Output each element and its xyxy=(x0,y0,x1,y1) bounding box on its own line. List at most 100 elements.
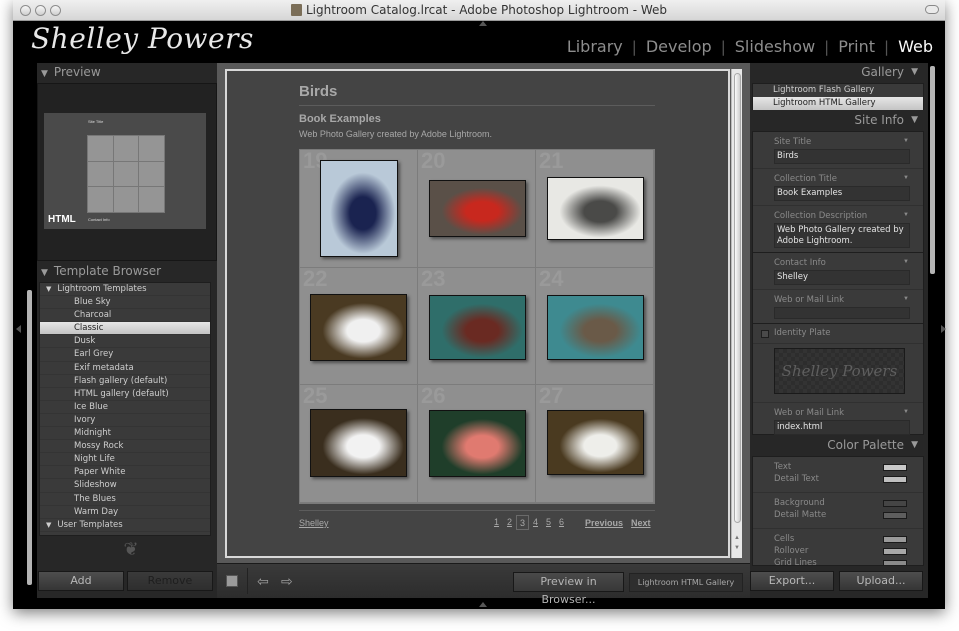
template-folder[interactable]: ▼ Lightroom Templates xyxy=(40,283,210,297)
site-info-header[interactable]: Site Info ▼ xyxy=(750,111,928,130)
template-item[interactable]: The Blues xyxy=(40,493,210,506)
template-item[interactable]: Classic xyxy=(40,322,210,336)
bird-photo-thumbnail[interactable] xyxy=(429,180,526,237)
thumbnail-cell[interactable]: 23 xyxy=(418,267,536,386)
next-arrow-icon[interactable]: ⇨ xyxy=(281,573,293,590)
gallery-header[interactable]: Gallery ▼ xyxy=(750,63,928,82)
bird-photo-thumbnail[interactable] xyxy=(547,177,644,240)
page-link[interactable]: 1 xyxy=(490,515,503,530)
gallery-html-option[interactable]: Lightroom HTML Gallery xyxy=(753,97,923,110)
template-item[interactable]: Flash gallery (default) xyxy=(40,375,210,388)
right-panel-scrollbar[interactable] xyxy=(930,66,935,274)
page-link[interactable]: 2 xyxy=(503,515,516,530)
right-panel-collapse-icon[interactable] xyxy=(941,325,946,333)
left-panel-scrollbar[interactable] xyxy=(27,290,32,585)
module-print[interactable]: Print xyxy=(838,37,875,56)
template-item[interactable]: Ice Blue xyxy=(40,401,210,414)
thumbnail-cell[interactable]: 22 xyxy=(300,267,418,386)
module-web[interactable]: Web xyxy=(898,37,933,56)
identity-link-input[interactable]: index.html xyxy=(774,420,910,435)
page-link[interactable]: 6 xyxy=(555,515,568,530)
bird-photo-thumbnail[interactable] xyxy=(320,160,398,257)
template-item[interactable]: Ivory xyxy=(40,414,210,428)
page-link[interactable]: 4 xyxy=(529,515,542,530)
template-item[interactable]: Slideshow xyxy=(40,479,210,493)
filmstrip-collapse-icon[interactable] xyxy=(479,602,487,607)
scrollbar-thumb[interactable] xyxy=(734,73,741,523)
template-item[interactable]: Midnight xyxy=(40,427,210,441)
thumbnail-cell[interactable]: 27 xyxy=(536,385,654,503)
page-link[interactable]: 5 xyxy=(542,515,555,530)
bird-photo-thumbnail[interactable] xyxy=(547,410,644,476)
module-slideshow[interactable]: Slideshow xyxy=(735,37,815,56)
contact-link[interactable]: Shelley xyxy=(299,518,329,528)
thumbnail-cell[interactable]: 25 xyxy=(300,385,418,503)
color-swatch[interactable] xyxy=(883,548,907,555)
bird-photo-thumbnail[interactable] xyxy=(429,294,526,360)
template-item[interactable]: Paper White xyxy=(40,466,210,480)
dropdown-caret-icon[interactable]: ▼ xyxy=(903,175,909,181)
folder-disclosure-icon[interactable]: ▼ xyxy=(46,521,51,529)
identity-plate-preview[interactable]: Shelley Powers xyxy=(774,348,905,394)
identity-plate-checkbox[interactable] xyxy=(761,330,769,338)
bird-photo-thumbnail[interactable] xyxy=(547,294,644,360)
page-link[interactable]: 3 xyxy=(516,515,529,530)
left-panel-collapse-icon[interactable] xyxy=(16,325,21,333)
folder-disclosure-icon[interactable]: ▼ xyxy=(46,285,51,293)
template-item[interactable]: Warm Day xyxy=(40,506,210,519)
template-item[interactable]: Charcoal xyxy=(40,309,210,323)
template-item[interactable]: Dusk xyxy=(40,335,210,349)
web-or-mail-link-input[interactable] xyxy=(774,307,910,319)
thumbnail-cell[interactable]: 26 xyxy=(418,385,536,503)
preview-in-browser-button[interactable]: Preview in Browser... xyxy=(513,572,624,606)
template-browser-header[interactable]: ▼ Template Browser xyxy=(37,262,217,281)
export-button[interactable]: Export... xyxy=(750,571,834,591)
upload-button[interactable]: Upload... xyxy=(839,571,923,591)
thumbnail-cell[interactable]: 24 xyxy=(536,267,654,386)
gallery-flash-option[interactable]: Lightroom Flash Gallery xyxy=(753,84,923,97)
dropdown-caret-icon[interactable]: ▼ xyxy=(903,259,909,265)
template-item[interactable]: Blue Sky xyxy=(40,296,210,310)
template-item[interactable]: Mossy Rock xyxy=(40,440,210,454)
thumbnail-cell[interactable]: 21 xyxy=(536,150,654,268)
thumbnail-cell[interactable]: 20 xyxy=(418,150,536,268)
color-swatch[interactable] xyxy=(883,476,907,483)
dropdown-caret-icon[interactable]: ▼ xyxy=(903,212,909,218)
site-title-input[interactable]: Birds xyxy=(774,149,910,164)
remove-template-button[interactable]: Remove xyxy=(127,571,213,591)
top-panel-collapse-icon[interactable] xyxy=(479,21,487,26)
color-swatch[interactable] xyxy=(883,512,907,519)
preview-header[interactable]: ▼ Preview xyxy=(37,63,217,82)
next-page-link[interactable]: Next xyxy=(631,518,651,528)
toolbar-toggle-button[interactable] xyxy=(925,5,939,14)
scroll-up-icon[interactable]: ▲ xyxy=(734,535,740,541)
dropdown-caret-icon[interactable]: ▼ xyxy=(903,296,909,302)
bird-photo-thumbnail[interactable] xyxy=(310,409,407,478)
module-library[interactable]: Library xyxy=(567,37,623,56)
previous-arrow-icon[interactable]: ⇦ xyxy=(257,573,269,590)
color-palette-header[interactable]: Color Palette ▼ xyxy=(750,436,928,455)
contact-info-input[interactable]: Shelley xyxy=(774,270,910,285)
color-swatch[interactable] xyxy=(883,500,907,507)
color-swatch[interactable] xyxy=(883,560,907,565)
previous-page-link[interactable]: Previous xyxy=(585,518,623,528)
collection-title-input[interactable]: Book Examples xyxy=(774,186,910,201)
bird-photo-thumbnail[interactable] xyxy=(429,410,526,478)
stop-icon[interactable] xyxy=(226,575,238,587)
preview-scrollbar[interactable]: ▲ ▼ xyxy=(731,69,742,558)
template-folder[interactable]: ▼ User Templates xyxy=(40,519,210,532)
bird-photo-thumbnail[interactable] xyxy=(310,293,407,361)
template-item[interactable]: Night Life xyxy=(40,453,210,467)
color-swatch[interactable] xyxy=(883,536,907,543)
template-item[interactable]: HTML gallery (default) xyxy=(40,388,210,401)
template-item[interactable]: Exif metadata xyxy=(40,362,210,375)
add-template-button[interactable]: Add xyxy=(38,571,124,591)
dropdown-caret-icon[interactable]: ▼ xyxy=(903,409,909,415)
module-develop[interactable]: Develop xyxy=(646,37,712,56)
scroll-down-icon[interactable]: ▼ xyxy=(734,545,740,551)
color-swatch[interactable] xyxy=(883,464,907,471)
template-item[interactable]: Earl Grey xyxy=(40,348,210,362)
collection-description-input[interactable]: Web Photo Gallery created by Adobe Light… xyxy=(774,223,910,248)
thumbnail-cell[interactable]: 19 xyxy=(300,150,418,268)
dropdown-caret-icon[interactable]: ▼ xyxy=(903,138,909,144)
